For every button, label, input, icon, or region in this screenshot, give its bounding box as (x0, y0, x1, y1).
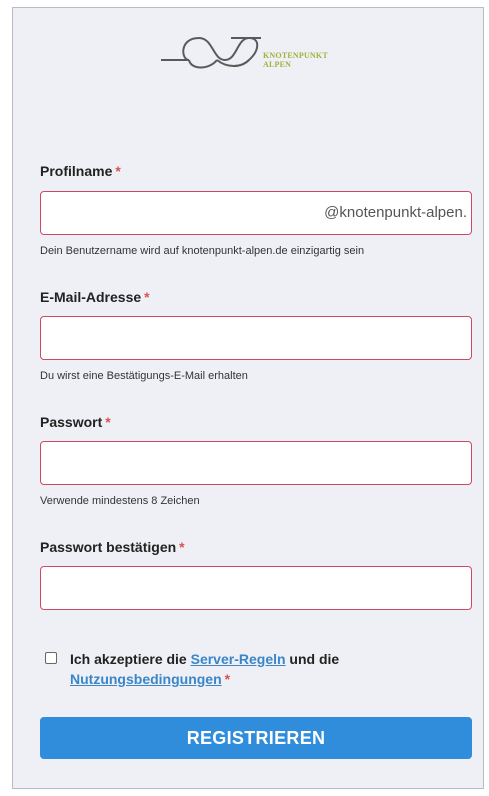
required-mark: * (115, 163, 121, 179)
email-field[interactable] (40, 316, 472, 360)
agree-checkbox[interactable] (45, 652, 57, 664)
profile-name-hint: Dein Benutzername wird auf knotenpunkt-a… (40, 245, 365, 257)
password-input[interactable] (41, 442, 471, 484)
password-hint: Verwende mindestens 8 Zeichen (40, 495, 200, 507)
required-mark: * (105, 414, 111, 430)
agreement-prefix: Ich akzeptiere die (70, 651, 191, 667)
email-input[interactable] (41, 317, 471, 359)
password-field[interactable] (40, 441, 472, 485)
confirm-password-label-text: Passwort bestätigen (40, 539, 177, 555)
required-mark: * (224, 671, 231, 687)
required-mark: * (144, 289, 150, 305)
signup-panel: KNOTENPUNKT ALPEN Profilname * @knotenpun… (12, 7, 484, 789)
agreement-text: Ich akzeptiere die Server-Regeln und die… (70, 649, 400, 689)
email-hint: Du wirst eine Bestätigungs-E-Mail erhalt… (40, 370, 248, 382)
password-label: Passwort * (40, 414, 111, 430)
profile-name-label-text: Profilname (40, 163, 113, 179)
email-label-text: E-Mail-Adresse (40, 289, 142, 305)
terms-link[interactable]: Nutzungsbedingungen (70, 671, 222, 687)
brand-line-2: ALPEN (263, 60, 292, 69)
brand-line-1: KNOTENPUNKT (263, 51, 328, 60)
brand-name: KNOTENPUNKT ALPEN (263, 51, 328, 69)
profile-name-label: Profilname * (40, 163, 121, 179)
confirm-password-field[interactable] (40, 566, 472, 610)
register-button[interactable]: REGISTRIEREN (40, 717, 472, 759)
profile-name-field[interactable]: @knotenpunkt-alpen. (40, 191, 472, 235)
required-mark: * (179, 539, 185, 555)
domain-suffix: @knotenpunkt-alpen. (324, 204, 467, 221)
password-label-text: Passwort (40, 414, 103, 430)
confirm-password-input[interactable] (41, 567, 471, 609)
email-label: E-Mail-Adresse * (40, 289, 150, 305)
knot-logo-icon: KNOTENPUNKT ALPEN (161, 30, 361, 80)
confirm-password-label: Passwort bestätigen * (40, 539, 185, 555)
agreement-middle: und die (285, 651, 340, 667)
server-rules-link[interactable]: Server-Regeln (191, 651, 286, 667)
